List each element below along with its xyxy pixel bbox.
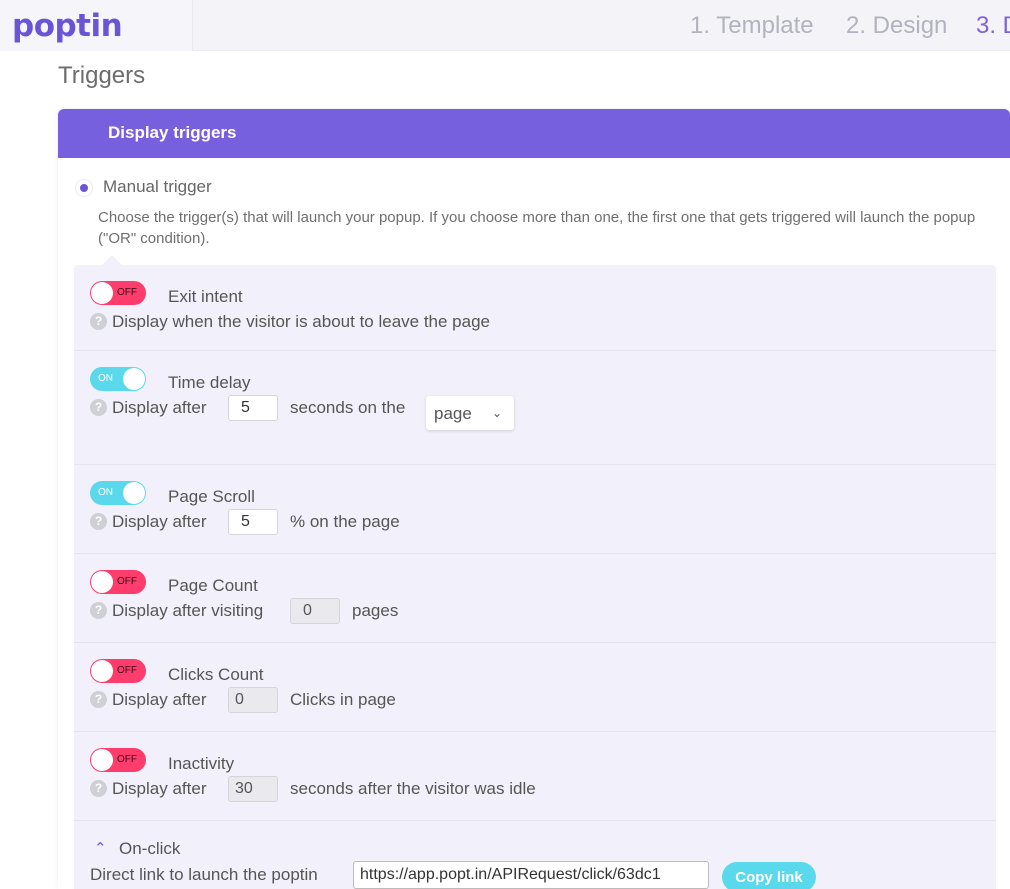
toggle-knob	[123, 368, 145, 390]
trigger-list: OFF Exit intent ? Display when the visit…	[74, 255, 996, 889]
time-delay-pre: Display after	[112, 398, 207, 417]
trigger-row-inactivity: OFF Inactivity ? Display after 30 second…	[74, 732, 996, 821]
toggle-state-label: ON	[98, 373, 113, 384]
toggle-state-label: ON	[98, 487, 113, 498]
help-icon[interactable]: ?	[90, 691, 107, 708]
inactivity-toggle[interactable]: OFF	[90, 748, 146, 772]
clicks-count-pre: Display after	[112, 690, 207, 709]
toggle-state-label: OFF	[117, 576, 137, 587]
page-count-pre: Display after visiting	[112, 601, 264, 620]
toggle-knob	[123, 482, 145, 504]
trigger-description: Choose the trigger(s) that will launch y…	[98, 209, 976, 247]
page-scroll-toggle[interactable]: ON	[90, 481, 146, 505]
time-delay-toggle[interactable]: ON	[90, 367, 146, 391]
trigger-row-time-delay: ON Time delay ? Display after 5 seconds …	[74, 351, 996, 465]
toggle-state-label: OFF	[117, 665, 137, 676]
trigger-row-clicks-count: OFF Clicks Count ? Display after 0 Click…	[74, 643, 996, 732]
exit-intent-text: Display when the visitor is about to lea…	[112, 312, 491, 331]
chevron-down-icon: ⌄	[492, 406, 503, 420]
clicks-count-toggle[interactable]: OFF	[90, 659, 146, 683]
inactivity-title: Inactivity	[168, 754, 235, 773]
page-count-input[interactable]: 0	[290, 598, 340, 624]
toggle-knob	[91, 571, 113, 593]
top-bar: poptin 1. Template 2. Design 3. D	[0, 0, 1010, 51]
toggle-state-label: OFF	[117, 287, 137, 298]
trigger-row-exit-intent: OFF Exit intent ? Display when the visit…	[74, 265, 996, 351]
step-display[interactable]: 3. D	[976, 12, 1010, 40]
page-count-toggle[interactable]: OFF	[90, 570, 146, 594]
help-icon[interactable]: ?	[90, 399, 107, 416]
page-scroll-pre: Display after	[112, 512, 207, 531]
manual-trigger-label[interactable]: Manual trigger	[103, 177, 212, 197]
inactivity-post: seconds after the visitor was idle	[290, 779, 536, 798]
help-icon[interactable]: ?	[90, 313, 107, 330]
page-count-title: Page Count	[168, 576, 258, 595]
time-delay-title: Time delay	[168, 373, 251, 392]
time-delay-seconds-input[interactable]: 5	[228, 395, 278, 421]
step-template[interactable]: 1. Template	[690, 12, 814, 40]
clicks-count-input[interactable]: 0	[228, 687, 278, 713]
logo-area: poptin	[0, 0, 193, 51]
onclick-title[interactable]: On-click	[119, 839, 180, 859]
trigger-row-page-count: OFF Page Count ? Display after visiting …	[74, 554, 996, 643]
poptin-logo[interactable]: poptin	[12, 8, 123, 44]
clicks-count-title: Clicks Count	[168, 665, 264, 684]
toggle-knob	[91, 660, 113, 682]
onclick-link-label: Direct link to launch the poptin	[90, 865, 318, 884]
onclick-link-input[interactable]: https://app.popt.in/APIRequest/click/63d…	[353, 861, 709, 889]
toggle-state-label: OFF	[117, 754, 137, 765]
inactivity-pre: Display after	[112, 779, 207, 798]
toggle-knob	[91, 282, 113, 304]
time-delay-post: seconds on the	[290, 398, 406, 417]
inactivity-seconds-input[interactable]: 30	[228, 776, 278, 802]
copy-link-button[interactable]: Copy link	[722, 862, 816, 889]
clicks-count-post: Clicks in page	[290, 690, 396, 709]
page-scroll-percent-input[interactable]: 5	[228, 509, 278, 535]
manual-trigger-radio[interactable]	[76, 180, 92, 196]
page-scroll-post: % on the page	[290, 512, 400, 531]
display-triggers-panel: Display triggers Manual trigger Choose t…	[58, 109, 1010, 889]
caret-pointer	[102, 255, 122, 265]
page-count-post: pages	[352, 601, 399, 620]
page-scroll-title: Page Scroll	[168, 487, 255, 506]
time-delay-scope-select[interactable]: page ⌄	[426, 396, 514, 430]
panel-header: Display triggers	[58, 109, 1010, 158]
panel-header-title: Display triggers	[108, 123, 237, 142]
step-design[interactable]: 2. Design	[846, 12, 947, 40]
trigger-row-page-scroll: ON Page Scroll ? Display after 5 % on th…	[74, 465, 996, 554]
exit-intent-toggle[interactable]: OFF	[90, 281, 146, 305]
help-icon[interactable]: ?	[90, 602, 107, 619]
select-value: page	[434, 404, 472, 423]
help-icon[interactable]: ?	[90, 513, 107, 530]
chevron-up-icon[interactable]: ⌃	[94, 839, 107, 857]
toggle-knob	[91, 749, 113, 771]
exit-intent-title: Exit intent	[168, 287, 243, 306]
help-icon[interactable]: ?	[90, 780, 107, 797]
page-title: Triggers	[58, 62, 146, 89]
